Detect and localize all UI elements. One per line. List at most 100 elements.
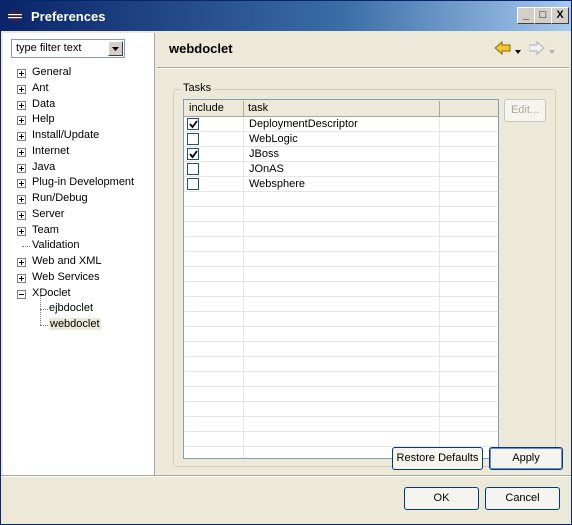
tree-item[interactable]: Ant bbox=[3, 81, 153, 97]
tree-item-label: Web Services bbox=[32, 270, 100, 283]
empty-row bbox=[184, 342, 498, 357]
cancel-button[interactable]: Cancel bbox=[485, 487, 560, 510]
expand-icon[interactable] bbox=[17, 163, 26, 173]
forward-arrow-icon[interactable] bbox=[528, 40, 545, 58]
empty-row bbox=[184, 432, 498, 447]
expand-icon[interactable] bbox=[17, 84, 26, 94]
expand-icon[interactable] bbox=[17, 273, 26, 283]
chevron-down-icon[interactable] bbox=[108, 41, 123, 56]
empty-row bbox=[184, 312, 498, 327]
tree-item-label: webdoclet bbox=[49, 318, 101, 330]
expand-icon[interactable] bbox=[17, 100, 26, 110]
table-row[interactable]: Websphere bbox=[184, 177, 498, 192]
column-divider[interactable] bbox=[439, 101, 440, 116]
tree-item-label: Internet bbox=[32, 144, 70, 157]
tree-connector bbox=[40, 309, 48, 311]
include-checkbox[interactable] bbox=[187, 163, 199, 175]
expand-icon[interactable] bbox=[17, 116, 26, 126]
eclipse-icon bbox=[7, 9, 23, 23]
filter-input[interactable]: type filter text bbox=[16, 42, 81, 54]
title-separator bbox=[157, 67, 569, 69]
empty-row bbox=[184, 417, 498, 432]
tree-item[interactable]: Run/Debug bbox=[3, 191, 153, 207]
expand-icon[interactable] bbox=[17, 195, 26, 204]
tree-item[interactable]: Web Services bbox=[3, 270, 153, 286]
table-row[interactable]: DeploymentDescriptor bbox=[184, 117, 498, 132]
tree-item[interactable]: Help bbox=[3, 112, 153, 128]
collapse-icon[interactable] bbox=[17, 289, 26, 299]
tree-item[interactable]: Data bbox=[3, 97, 153, 113]
tree-item[interactable]: Internet bbox=[3, 144, 153, 160]
empty-row bbox=[184, 372, 498, 387]
table-row[interactable]: JOnAS bbox=[184, 162, 498, 177]
empty-row bbox=[184, 402, 498, 417]
forward-dropdown-icon[interactable] bbox=[549, 45, 555, 57]
include-checkbox[interactable] bbox=[187, 133, 199, 145]
tree-item[interactable]: General bbox=[3, 65, 153, 81]
include-checkbox[interactable] bbox=[187, 178, 199, 190]
back-dropdown-icon[interactable] bbox=[515, 45, 521, 57]
expand-icon[interactable] bbox=[17, 226, 26, 236]
tree-item-label: Validation bbox=[32, 239, 80, 252]
tree-item[interactable]: webdoclet bbox=[3, 309, 153, 333]
tree-item[interactable]: Install/Update bbox=[3, 128, 153, 144]
empty-row bbox=[184, 282, 498, 297]
tree-item[interactable]: Web and XML bbox=[3, 254, 153, 270]
table-row[interactable]: WebLogic bbox=[184, 132, 498, 147]
tree-item-label: Server bbox=[32, 207, 65, 220]
page-title: webdoclet bbox=[169, 41, 233, 56]
apply-button[interactable]: Apply bbox=[489, 447, 563, 470]
column-header-task[interactable]: task bbox=[248, 102, 268, 114]
empty-row bbox=[184, 192, 498, 207]
tree-item-label: ejbdoclet bbox=[49, 302, 94, 315]
tree-item-label: General bbox=[32, 66, 72, 78]
tree-item[interactable]: ejbdoclet bbox=[3, 293, 153, 317]
tree-connector bbox=[40, 325, 48, 326]
empty-row bbox=[184, 252, 498, 267]
task-name: WebLogic bbox=[249, 133, 298, 145]
expand-icon[interactable] bbox=[17, 147, 26, 157]
tree-item-label: Run/Debug bbox=[32, 192, 88, 204]
tree-item[interactable]: Java bbox=[3, 160, 153, 176]
expand-icon[interactable] bbox=[17, 69, 26, 78]
include-checkbox[interactable] bbox=[187, 148, 199, 160]
empty-row bbox=[184, 327, 498, 342]
column-header-include[interactable]: include bbox=[189, 102, 224, 114]
filter-combo[interactable]: type filter text bbox=[11, 39, 125, 58]
ok-button[interactable]: OK bbox=[404, 487, 479, 510]
tree-connector bbox=[22, 246, 30, 248]
tree-item-label: Data bbox=[32, 97, 56, 110]
tree-item-label: Plug-in Development bbox=[32, 176, 135, 189]
back-arrow-icon[interactable] bbox=[494, 40, 511, 58]
tree-item-label: Ant bbox=[32, 81, 49, 94]
expand-icon[interactable] bbox=[17, 258, 26, 267]
window-title: Preferences bbox=[31, 9, 106, 24]
include-checkbox[interactable] bbox=[187, 118, 199, 130]
tree-item[interactable]: XDoclet bbox=[3, 286, 153, 302]
preferences-window: Preferences _ □ X type filter text Gener… bbox=[0, 0, 572, 525]
task-name: DeploymentDescriptor bbox=[249, 118, 358, 130]
close-button[interactable]: X bbox=[551, 7, 569, 24]
title-bar[interactable]: Preferences _ □ X bbox=[1, 1, 571, 31]
tree-item-label: Help bbox=[32, 113, 55, 126]
restore-defaults-button[interactable]: Restore Defaults bbox=[392, 447, 483, 470]
table-row[interactable]: JBoss bbox=[184, 147, 498, 162]
minimize-button[interactable]: _ bbox=[517, 7, 535, 24]
tree-item[interactable]: Server bbox=[3, 207, 153, 223]
tree-item[interactable]: Team bbox=[3, 223, 153, 239]
maximize-button[interactable]: □ bbox=[534, 7, 552, 24]
edit-button[interactable]: Edit... bbox=[504, 99, 546, 122]
tree-item[interactable]: Validation bbox=[3, 238, 153, 254]
table-header: include task bbox=[184, 100, 498, 117]
tasks-table[interactable]: include task DeploymentDescriptor WebLogi… bbox=[183, 99, 499, 459]
expand-icon[interactable] bbox=[17, 210, 26, 220]
column-divider[interactable] bbox=[243, 101, 244, 116]
tree-item[interactable]: Plug-in Development bbox=[3, 175, 153, 191]
bottom-separator bbox=[1, 475, 571, 477]
tree-item-label: Web and XML bbox=[32, 255, 102, 267]
task-name: JOnAS bbox=[249, 163, 284, 175]
empty-row bbox=[184, 267, 498, 282]
expand-icon[interactable] bbox=[17, 179, 26, 189]
preference-tree-pane: type filter text General Ant Data Help Insta… bbox=[3, 33, 155, 475]
expand-icon[interactable] bbox=[17, 132, 26, 141]
